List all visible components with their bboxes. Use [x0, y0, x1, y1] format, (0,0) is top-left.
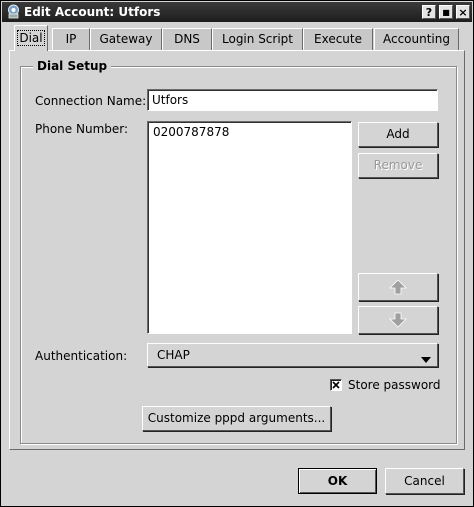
cancel-button[interactable]: Cancel: [385, 468, 464, 494]
tab-login-script[interactable]: Login Script: [212, 28, 303, 50]
tab-gateway-label: Gateway: [99, 32, 153, 46]
authentication-select[interactable]: CHAP: [147, 343, 438, 367]
arrow-up-icon: [389, 279, 407, 298]
tab-dial-label: Dial: [17, 30, 45, 46]
dial-setup-title: Dial Setup: [33, 59, 112, 73]
authentication-label: Authentication:: [35, 349, 128, 363]
authentication-value: CHAP: [157, 348, 190, 362]
connection-name-input[interactable]: Utfors: [147, 89, 438, 111]
add-button[interactable]: Add: [358, 122, 438, 147]
tab-execute-label: Execute: [314, 32, 362, 46]
tab-accounting-label: Accounting: [382, 32, 450, 46]
tab-login-script-label: Login Script: [222, 32, 293, 46]
tab-dns-label: DNS: [174, 32, 200, 46]
tab-gateway[interactable]: Gateway: [90, 28, 162, 50]
store-password-checkbox[interactable]: [330, 379, 342, 391]
kppp-icon[interactable]: [6, 4, 21, 19]
maximize-button[interactable]: ■: [439, 5, 453, 19]
phone-number-label: Phone Number:: [35, 122, 129, 136]
tab-ip[interactable]: IP: [52, 28, 90, 50]
tab-dns[interactable]: DNS: [162, 28, 212, 50]
close-button[interactable]: ×: [456, 5, 470, 19]
tab-accounting[interactable]: Accounting: [374, 28, 459, 50]
chevron-down-icon: [421, 352, 431, 366]
customize-pppd-button[interactable]: Customize pppd arguments...: [142, 406, 331, 431]
ok-button[interactable]: OK: [298, 468, 377, 494]
remove-button[interactable]: Remove: [358, 153, 438, 178]
edit-account-window: Edit Account: Utfors ? ■ × Dial IP Gatew…: [0, 0, 474, 507]
title-bar[interactable]: Edit Account: Utfors ? ■ ×: [2, 2, 472, 22]
window-title: Edit Account: Utfors: [24, 5, 161, 19]
store-password-label: Store password: [348, 378, 441, 392]
checkmark-icon: [332, 381, 340, 389]
connection-name-label: Connection Name:: [35, 94, 147, 108]
tab-ip-label: IP: [65, 32, 77, 46]
help-button[interactable]: ?: [422, 5, 436, 19]
move-down-button[interactable]: [358, 306, 438, 334]
arrow-down-icon: [389, 312, 407, 331]
phone-number-list[interactable]: 0200787878: [147, 121, 352, 334]
list-item[interactable]: 0200787878: [153, 125, 346, 139]
tab-execute[interactable]: Execute: [303, 28, 373, 50]
tab-dial[interactable]: Dial: [14, 25, 48, 51]
move-up-button[interactable]: [358, 273, 438, 301]
